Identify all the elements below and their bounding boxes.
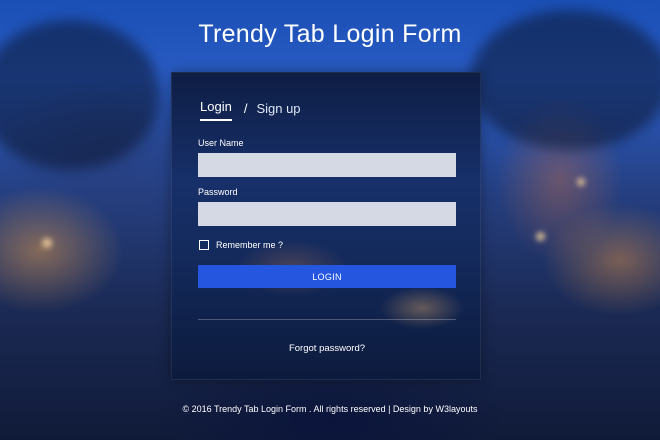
login-button[interactable]: LOGIN	[198, 265, 456, 288]
password-input[interactable]	[198, 202, 456, 226]
remember-me-checkbox[interactable]	[199, 240, 209, 250]
username-input[interactable]	[198, 153, 456, 177]
remember-me-label: Remember me ?	[216, 240, 284, 250]
remember-me-row: Remember me ?	[199, 240, 283, 250]
footer-copyright: © 2016 Trendy Tab Login Form . All right…	[182, 404, 478, 414]
tab-separator: /	[243, 101, 248, 116]
forgot-password-link[interactable]: Forgot password?	[172, 343, 482, 354]
background-lamp-left	[42, 238, 52, 248]
tab-bar: Login / Sign up	[200, 99, 301, 121]
background-lamp-far-right	[577, 178, 585, 186]
tab-sign-up[interactable]: Sign up	[256, 101, 300, 121]
divider	[198, 319, 456, 320]
password-label: Password	[198, 187, 238, 197]
background-lamp-right	[536, 232, 545, 241]
page-title: Trendy Tab Login Form	[198, 20, 462, 48]
username-label: User Name	[198, 138, 244, 148]
login-card: Login / Sign up User Name Password Remem…	[171, 72, 481, 380]
tab-login[interactable]: Login	[200, 99, 232, 121]
